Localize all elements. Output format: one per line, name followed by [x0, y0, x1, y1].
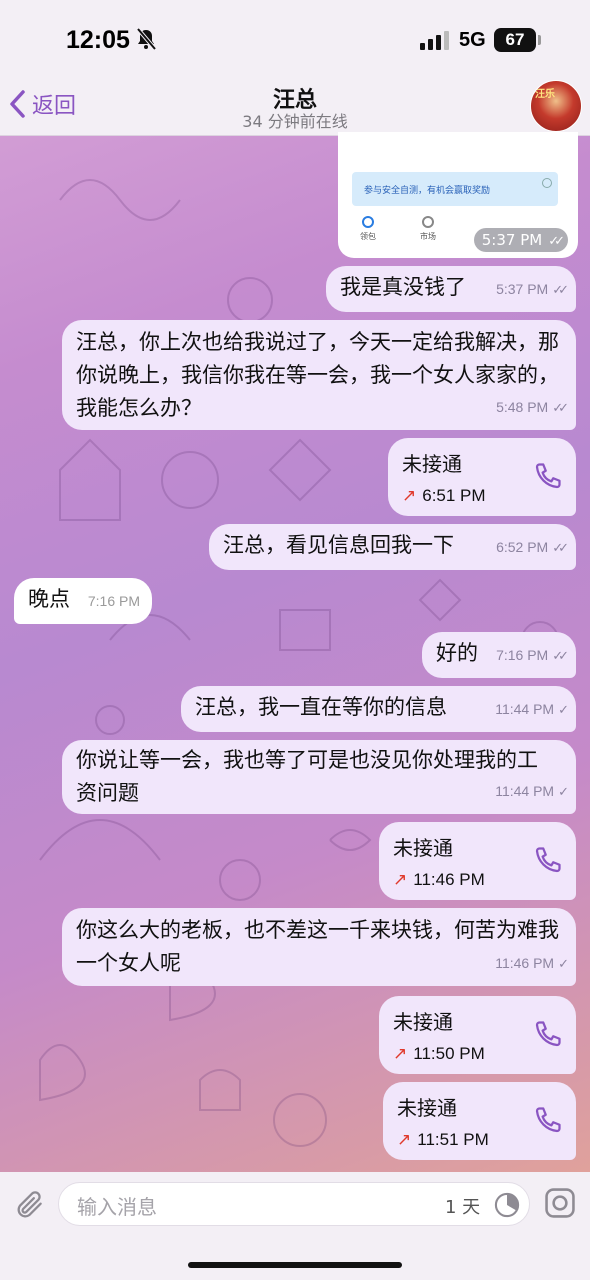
outgoing-arrow-icon: ↗ — [402, 486, 417, 505]
message-text: 好的 — [436, 641, 478, 665]
double-check-icon: ✓✓ — [552, 282, 569, 297]
message-meta: 11:44 PM ✓ — [495, 693, 569, 726]
home-indicator — [188, 1262, 402, 1268]
call-time-label: 6:51 PM — [422, 486, 486, 505]
avatar-text: 汪乐 — [535, 89, 555, 100]
message-time: 6:52 PM — [496, 539, 549, 555]
double-check-icon: ✓✓ — [552, 540, 569, 555]
outgoing-arrow-icon: ↗ — [393, 1044, 408, 1063]
double-check-icon: ✓✓ — [552, 400, 569, 415]
input-placeholder: 输入消息 — [77, 1195, 157, 1219]
phone-icon[interactable] — [532, 1106, 562, 1136]
message-bubble-outgoing[interactable]: 汪总，你上次也给我说过了，今天一定给我解决，那你说晚上，我信你我在等一会，我一个… — [62, 320, 576, 430]
battery-icon: 67 — [494, 28, 536, 52]
call-time-label: 11:46 PM — [413, 870, 485, 889]
message-meta: 6:52 PM ✓✓ — [496, 531, 569, 564]
message-text: 你说让等一会，我也等了可是也没见你处理我的工资问题 — [76, 748, 538, 805]
screenshot-tab: 市场 — [408, 216, 448, 242]
message-bubble-outgoing[interactable]: 汪总，看见信息回我一下 6:52 PM ✓✓ — [209, 524, 576, 570]
signal-icon — [420, 31, 449, 50]
avatar[interactable]: 汪乐 — [530, 80, 582, 132]
call-time-label: 11:51 PM — [417, 1130, 489, 1149]
message-bubble-outgoing[interactable]: 汪总，我一直在等你的信息 11:44 PM ✓ — [181, 686, 576, 732]
clock: 12:05 — [66, 26, 130, 54]
call-status: 未接通 — [402, 452, 462, 476]
screenshot-tab-label: 领包 — [360, 232, 376, 241]
call-time: ↗ 11:46 PM — [393, 863, 485, 896]
message-time: 11:46 PM — [495, 955, 555, 971]
call-status: 未接通 — [397, 1096, 457, 1120]
check-icon: ✓ — [558, 956, 569, 971]
message-bubble-outgoing[interactable]: 你这么大的老板，也不差这一千来块钱，何苦为难我一个女人呢 11:46 PM ✓ — [62, 908, 576, 986]
message-time: 7:16 PM — [87, 593, 140, 609]
message-text: 你这么大的老板，也不差这一千来块钱，何苦为难我一个女人呢 — [76, 918, 559, 975]
bell-off-icon — [136, 28, 156, 50]
screenshot-tab: 领包 — [348, 216, 388, 242]
call-time: ↗ 6:51 PM — [402, 479, 486, 512]
message-meta: 11:44 PM ✓ — [495, 775, 569, 808]
battery-tip — [538, 35, 541, 45]
message-bubble-incoming[interactable]: 晚点 7:16 PM — [14, 578, 152, 624]
phone-icon[interactable] — [532, 846, 562, 876]
phone-icon[interactable] — [532, 1020, 562, 1050]
check-icon: ✓ — [558, 702, 569, 717]
image-message[interactable]: 参与安全自测，有机会赢取奖励 领包 市场 5:37 PM ✓✓ — [338, 132, 578, 258]
message-text: 我是真没钱了 — [340, 275, 466, 299]
outgoing-arrow-icon: ↗ — [397, 1130, 412, 1149]
check-icon: ✓ — [558, 784, 569, 799]
double-check-icon: ✓✓ — [548, 234, 565, 249]
timer-icon[interactable] — [493, 1191, 521, 1219]
message-meta: 7:16 PM — [88, 585, 140, 618]
network-type: 5G — [459, 29, 486, 51]
screenshot-banner: 参与安全自测，有机会赢取奖励 — [352, 172, 558, 206]
screenshot-tab-label: 市场 — [420, 232, 436, 241]
outgoing-arrow-icon: ↗ — [393, 870, 408, 889]
message-meta: 5:37 PM ✓✓ — [496, 273, 569, 306]
banner-text: 参与安全自测，有机会赢取奖励 — [364, 186, 491, 196]
home-icon — [362, 216, 374, 228]
close-icon — [542, 178, 552, 188]
status-bar: 12:05 5G 67 — [0, 0, 590, 80]
message-time: 5:48 PM — [496, 399, 549, 415]
message-bubble-outgoing[interactable]: 你说让等一会，我也等了可是也没见你处理我的工资问题 11:44 PM ✓ — [62, 740, 576, 814]
chart-icon — [422, 216, 434, 228]
message-meta: 11:46 PM ✓ — [495, 947, 569, 980]
message-text: 汪总，看见信息回我一下 — [223, 533, 454, 557]
message-input[interactable]: 输入消息 1 天 — [58, 1182, 530, 1226]
message-time: 11:44 PM — [495, 701, 555, 717]
missed-call-bubble[interactable]: 未接通 ↗ 11:50 PM — [379, 996, 576, 1074]
message-text: 汪总，你上次也给我说过了，今天一定给我解决，那你说晚上，我信你我在等一会，我一个… — [76, 330, 559, 420]
call-status: 未接通 — [393, 1010, 453, 1034]
video-message-icon[interactable] — [543, 1186, 577, 1220]
message-time: 7:16 PM — [496, 647, 549, 663]
message-bubble-outgoing[interactable]: 好的 7:16 PM ✓✓ — [422, 632, 576, 678]
missed-call-bubble[interactable]: 未接通 ↗ 11:51 PM — [383, 1082, 576, 1160]
missed-call-bubble[interactable]: 未接通 ↗ 11:46 PM — [379, 822, 576, 900]
missed-call-bubble[interactable]: 未接通 ↗ 6:51 PM — [388, 438, 576, 516]
message-text: 晚点 — [28, 587, 70, 611]
paperclip-icon[interactable] — [14, 1188, 46, 1222]
phone-icon[interactable] — [532, 462, 562, 492]
message-meta: 7:16 PM ✓✓ — [496, 639, 569, 672]
message-bubble-outgoing[interactable]: 我是真没钱了 5:37 PM ✓✓ — [326, 266, 576, 312]
double-check-icon: ✓✓ — [552, 648, 569, 663]
message-input-bar: 输入消息 1 天 — [0, 1172, 590, 1280]
message-time: 5:37 PM ✓✓ — [473, 228, 568, 252]
call-time-label: 11:50 PM — [413, 1044, 485, 1063]
call-time: ↗ 11:51 PM — [397, 1123, 489, 1156]
chat-header: 返回 汪总 34 分钟前在线 汪乐 — [0, 80, 590, 136]
call-time: ↗ 11:50 PM — [393, 1037, 485, 1070]
message-time: 11:44 PM — [495, 783, 555, 799]
call-status: 未接通 — [393, 836, 453, 860]
message-text: 汪总，我一直在等你的信息 — [195, 695, 447, 719]
time-label: 5:37 PM — [481, 231, 543, 249]
auto-delete-label[interactable]: 1 天 — [445, 1193, 480, 1219]
last-seen-status: 34 分钟前在线 — [242, 112, 348, 131]
message-meta: 5:48 PM ✓✓ — [496, 391, 569, 424]
message-time: 5:37 PM — [496, 281, 549, 297]
